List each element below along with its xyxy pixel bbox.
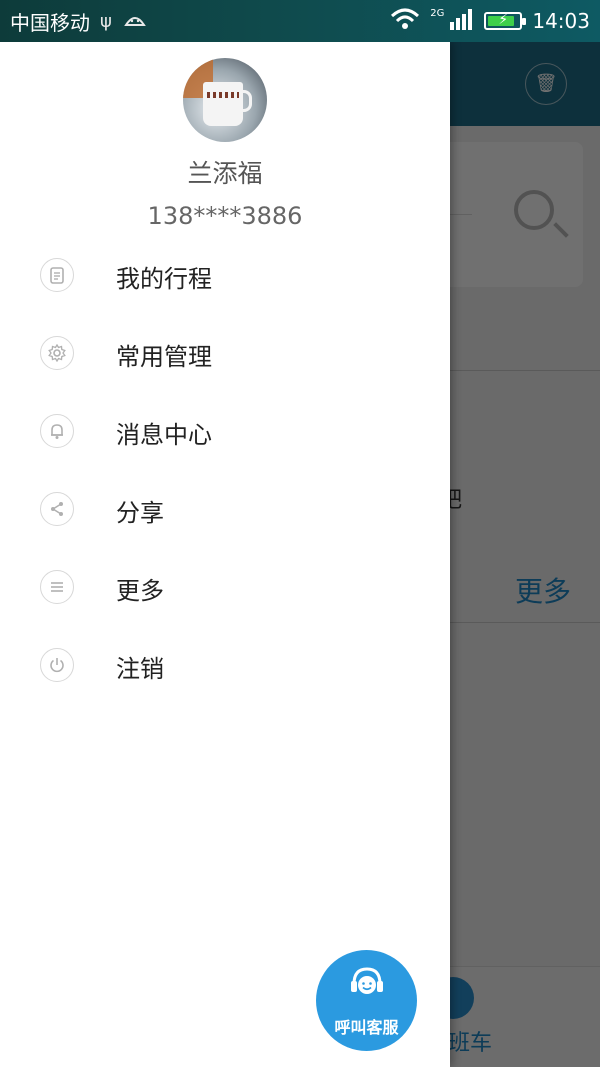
- drawer-menu: 我的行程 常用管理 消息中心 分享 更多 注销: [0, 236, 450, 704]
- carrier-label: 中国移动: [10, 10, 90, 35]
- signal-icon: [448, 8, 474, 35]
- list-icon: [40, 570, 74, 604]
- menu-item-label: 注销: [116, 655, 164, 683]
- status-bar: 中国移动 ψ 2G ⚡ 14:03: [0, 0, 600, 42]
- call-service-button[interactable]: 呼叫客服: [316, 950, 417, 1051]
- menu-item-message-center[interactable]: 消息中心: [0, 392, 450, 470]
- call-service-label: 呼叫客服: [334, 1018, 399, 1037]
- share-icon: [40, 492, 74, 526]
- menu-item-label: 更多: [116, 577, 164, 605]
- menu-item-label: 我的行程: [116, 265, 212, 293]
- android-debug-icon: [124, 11, 146, 32]
- navigation-drawer: 兰添福 138****3886 我的行程 常用管理 消息中心 分享 更多 注销: [0, 42, 450, 1067]
- gear-icon: [40, 336, 74, 370]
- user-phone: 138****3886: [147, 202, 303, 230]
- network-type-label: 2G: [430, 7, 445, 19]
- bell-icon: [40, 414, 74, 448]
- usb-icon: ψ: [100, 10, 112, 32]
- menu-item-more[interactable]: 更多: [0, 548, 450, 626]
- menu-item-label: 常用管理: [116, 343, 212, 371]
- avatar[interactable]: [183, 58, 267, 142]
- menu-item-common-management[interactable]: 常用管理: [0, 314, 450, 392]
- power-icon: [40, 648, 74, 682]
- clipboard-icon: [40, 258, 74, 292]
- menu-item-share[interactable]: 分享: [0, 470, 450, 548]
- menu-item-logout[interactable]: 注销: [0, 626, 450, 704]
- menu-item-label: 分享: [116, 499, 164, 527]
- clock-time: 14:03: [532, 9, 590, 33]
- user-name: 兰添福: [187, 159, 263, 188]
- menu-item-my-trips[interactable]: 我的行程: [0, 236, 450, 314]
- menu-item-label: 消息中心: [116, 421, 212, 449]
- wifi-icon: [390, 8, 420, 35]
- battery-charging-icon: ⚡: [484, 12, 527, 30]
- headset-icon: [348, 964, 386, 1002]
